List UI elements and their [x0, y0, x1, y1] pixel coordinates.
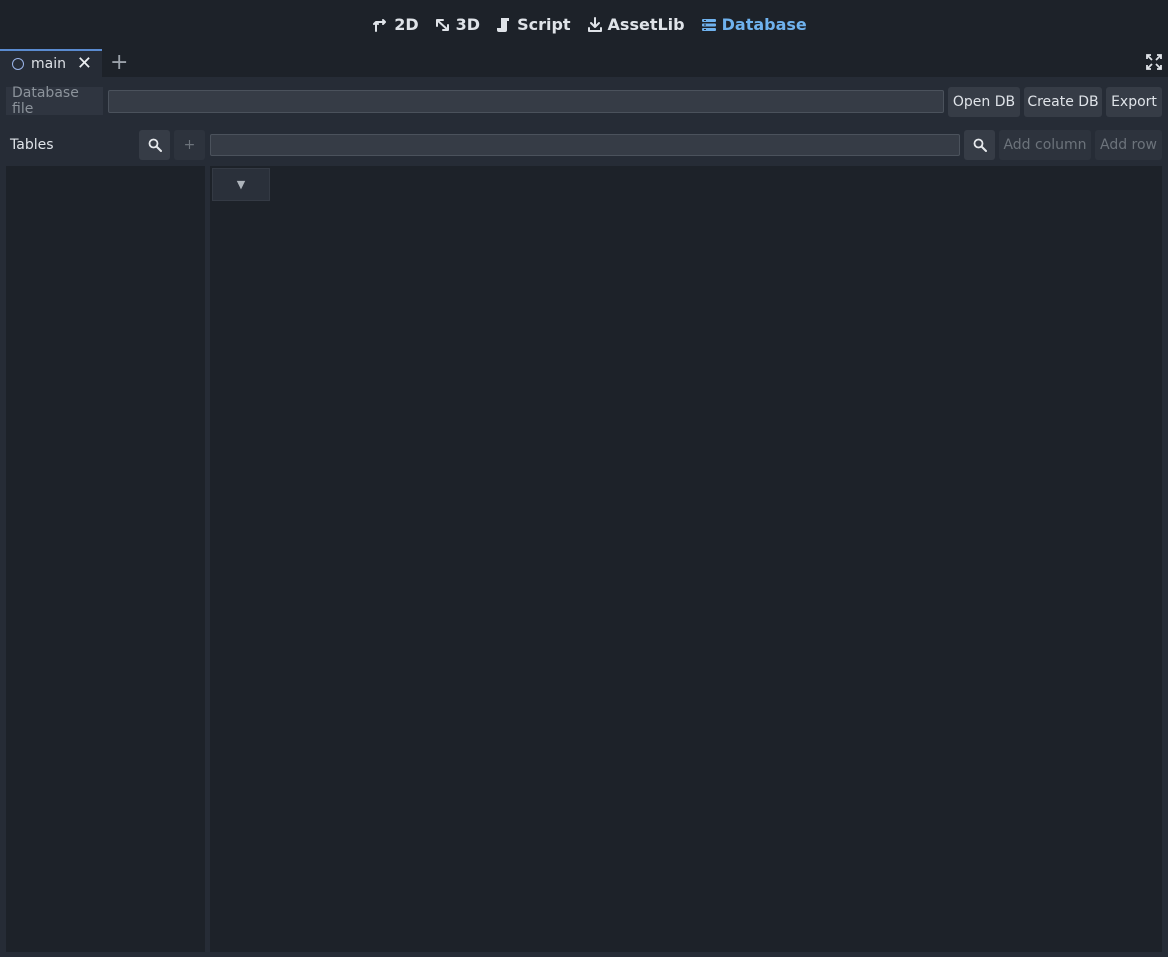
search-icon [973, 138, 987, 152]
database-icon [701, 18, 716, 31]
scene-node-icon [12, 58, 24, 70]
workspace-script-button[interactable]: Script [488, 10, 578, 40]
column-header-dropdown[interactable]: ▼ [212, 168, 270, 201]
tables-list[interactable] [6, 166, 205, 952]
data-grid[interactable]: ▼ [210, 166, 1162, 952]
database-panel: Database file Open DB Create DB Export T… [0, 77, 1168, 957]
add-column-button[interactable]: Add column [999, 130, 1091, 160]
add-tab-icon[interactable]: + [110, 50, 128, 76]
scene-tab-main[interactable]: main ✕ [0, 49, 102, 77]
workspace-database-label: Database [721, 15, 807, 34]
database-file-input[interactable] [108, 90, 944, 113]
workspace-bar: 2D 3D Script AssetLib Database [0, 0, 1168, 49]
create-db-button[interactable]: Create DB [1024, 87, 1102, 117]
tables-label: Tables [10, 137, 54, 153]
workspace-database-button[interactable]: Database [693, 10, 815, 40]
add-table-button[interactable]: + [174, 130, 205, 160]
workspace-2d-label: 2D [394, 15, 419, 34]
tables-toolbar: Tables + Add column Add row [6, 130, 1162, 160]
workspace-assetlib-label: AssetLib [607, 15, 685, 34]
assetlib-icon [587, 16, 602, 32]
script-icon [497, 17, 510, 32]
row-filter-input[interactable] [210, 134, 960, 156]
search-icon [148, 138, 162, 152]
workspace-script-label: Script [517, 15, 571, 34]
fullscreen-icon[interactable] [1146, 54, 1162, 70]
table-search-button[interactable] [139, 130, 170, 160]
add-table-label: + [183, 137, 196, 153]
close-icon[interactable]: ✕ [77, 54, 92, 74]
open-db-button[interactable]: Open DB [948, 87, 1020, 117]
scene-tab-bar: main ✕ + [0, 49, 1168, 77]
workspace-switcher: 2D 3D Script AssetLib Database [365, 10, 815, 40]
database-file-label: Database file [6, 85, 103, 117]
export-button[interactable]: Export [1106, 87, 1162, 117]
row-search-button[interactable] [964, 130, 995, 160]
scene-tab-label: main [31, 56, 66, 72]
workspace-2d-button[interactable]: 2D [365, 10, 426, 40]
add-row-button[interactable]: Add row [1095, 130, 1162, 160]
workspace-assetlib-button[interactable]: AssetLib [579, 10, 693, 40]
workspace-3d-button[interactable]: 3D [427, 10, 488, 40]
workspace-3d-label: 3D [455, 15, 481, 34]
3d-icon [435, 18, 449, 31]
database-file-row: Database file Open DB Create DB Export [6, 85, 1162, 117]
2d-icon [373, 18, 387, 32]
